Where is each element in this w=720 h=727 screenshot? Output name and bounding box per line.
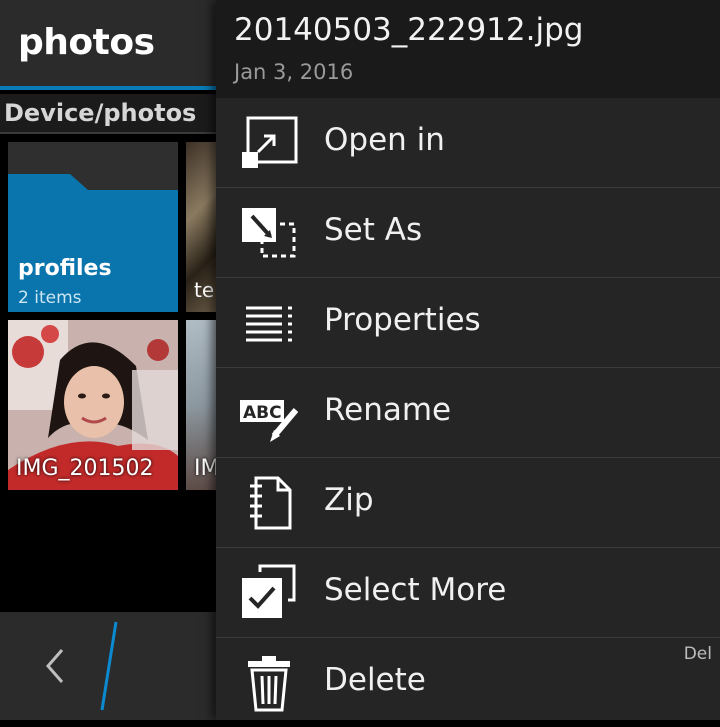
folder-icon (8, 142, 178, 190)
menu-item-rename[interactable]: ABC Rename (216, 368, 720, 458)
menu-item-label: Delete (324, 662, 426, 698)
photo-label: IM (194, 456, 216, 481)
delete-icon (248, 656, 290, 712)
folder-item-count: 2 items (18, 288, 82, 308)
photo-tile[interactable]: IMG_201502 (8, 320, 178, 490)
menu-item-open-in[interactable]: Open in (216, 98, 720, 188)
menu-item-properties[interactable]: Properties (216, 278, 720, 368)
menu-item-set-as[interactable]: Set As (216, 188, 720, 278)
menu-item-label: Open in (324, 122, 445, 158)
photo-tile[interactable]: IM (186, 320, 216, 490)
menu-item-label: Set As (324, 212, 423, 248)
properties-icon (246, 306, 292, 342)
app-header: photos (0, 0, 216, 86)
photo-tile[interactable]: te (186, 142, 216, 312)
breadcrumb: Device/photos (0, 94, 216, 134)
menu-item-label: Rename (324, 392, 452, 428)
set-as-icon (242, 208, 296, 258)
menu-item-select-more[interactable]: Select More (216, 548, 720, 638)
photo-label: te (194, 278, 215, 302)
select-more-icon (242, 564, 296, 618)
menu-item-label: Select More (324, 572, 507, 608)
rename-icon: ABC (240, 400, 298, 442)
delete-shortcut-hint: Del (683, 644, 712, 664)
menu-item-zip[interactable]: Zip (216, 458, 720, 548)
menu-item-label: Zip (324, 482, 374, 518)
file-name: 20140503_222912.jpg (234, 12, 584, 48)
back-arrow-icon[interactable] (38, 646, 72, 686)
panel-header: 20140503_222912.jpg Jan 3, 2016 (216, 0, 720, 98)
file-date: Jan 3, 2016 (234, 60, 354, 84)
context-menu-panel: 20140503_222912.jpg Jan 3, 2016 Open in … (216, 0, 720, 720)
folder-tile[interactable]: profiles 2 items (8, 142, 178, 312)
menu-item-label: Properties (324, 302, 481, 338)
breadcrumb-path[interactable]: Device/photos (4, 99, 196, 127)
action-bar-divider (100, 621, 118, 711)
menu-item-delete[interactable]: Delete Del (216, 638, 720, 727)
photo-label: IMG_201502 (16, 456, 154, 481)
app-title: photos (18, 22, 155, 63)
folder-name: profiles (18, 256, 112, 281)
zip-icon (250, 476, 292, 530)
open-in-icon (242, 116, 298, 168)
svg-text:ABC: ABC (243, 403, 282, 423)
header-accent-line (0, 86, 216, 90)
